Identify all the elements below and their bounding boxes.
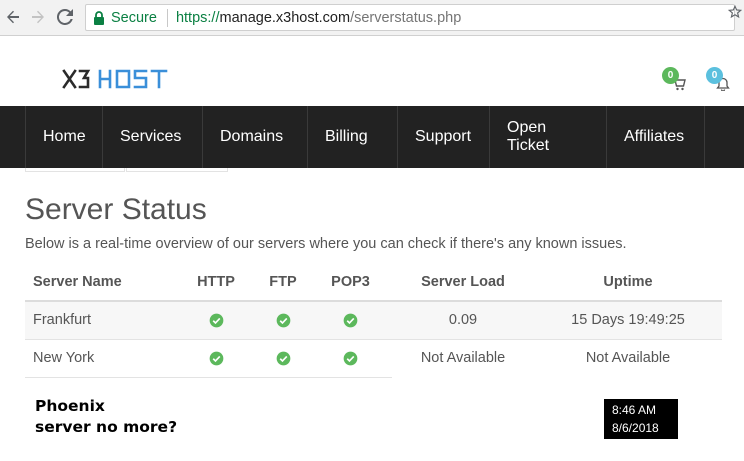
column-header-ftp: FTP xyxy=(257,264,309,302)
server-name: Frankfurt xyxy=(25,301,175,340)
check-circle-icon xyxy=(276,351,290,366)
nav-item-affiliates[interactable]: Affiliates xyxy=(607,106,705,168)
ftp-status xyxy=(257,301,309,340)
pop3-status xyxy=(309,339,392,378)
server-load: 0.09 xyxy=(392,301,534,340)
url-host: manage.x3host.com xyxy=(219,9,351,26)
server-uptime: 15 Days 19:49:25 xyxy=(534,301,722,340)
table-header-row: Server Name HTTP FTP POP3 Server Load Up… xyxy=(25,264,722,302)
url-divider xyxy=(166,8,168,27)
forward-arrow-icon[interactable] xyxy=(27,6,49,28)
check-circle-icon xyxy=(209,351,223,366)
annotation-line: server no more? xyxy=(35,418,178,436)
table-row: Frankfurt 0.09 15 Days 19:49:25 xyxy=(25,301,722,340)
address-bar[interactable]: Secure https://manage.x3host.com/servers… xyxy=(85,4,735,31)
url-path: /serverstatus.php xyxy=(350,9,462,26)
secure-label: Secure xyxy=(111,9,157,26)
url-scheme: https:// xyxy=(175,9,220,26)
nav-item-domains[interactable]: Domains xyxy=(203,106,308,168)
column-header-server-load: Server Load xyxy=(392,264,534,302)
cart-button[interactable]: 0 xyxy=(662,67,692,97)
star-icon[interactable] xyxy=(728,5,742,19)
nav-item-support[interactable]: Support xyxy=(398,106,490,168)
reload-icon[interactable] xyxy=(54,6,76,28)
server-uptime: Not Available xyxy=(585,350,671,367)
sub-tab xyxy=(25,168,125,172)
main-nav: Home Services Domains Billing Support Op… xyxy=(0,106,744,168)
clock-time: 8:46 AM xyxy=(612,403,657,417)
column-header-server-name: Server Name xyxy=(25,264,175,302)
http-status xyxy=(175,301,257,340)
nav-item-open-ticket[interactable]: Open Ticket xyxy=(490,106,607,168)
nav-item-services[interactable]: Services xyxy=(103,106,203,168)
column-header-http: HTTP xyxy=(175,264,257,302)
x3host-logo[interactable] xyxy=(62,67,180,91)
page-description: Below is a real-time overview of our ser… xyxy=(25,236,627,252)
table-row: New York Not Available Not Available xyxy=(25,339,722,378)
pop3-status xyxy=(309,301,392,340)
cart-count-badge: 0 xyxy=(662,67,679,84)
check-circle-icon xyxy=(343,351,358,366)
site-header: 0 0 xyxy=(0,37,744,106)
nav-item-home[interactable]: Home xyxy=(25,106,103,168)
annotation-line: Phoenix xyxy=(35,397,105,415)
clock-date: 8/6/2018 xyxy=(612,421,659,435)
server-name: New York xyxy=(25,339,175,378)
ftp-status xyxy=(257,339,309,378)
back-arrow-icon[interactable] xyxy=(2,6,24,28)
browser-toolbar: Secure https://manage.x3host.com/servers… xyxy=(0,0,744,36)
taskbar-clock[interactable]: 8:46 AM 8/6/2018 xyxy=(604,399,678,439)
nav-item-billing[interactable]: Billing xyxy=(308,106,398,168)
page-title: Server Status xyxy=(25,193,207,226)
check-circle-icon xyxy=(276,313,290,328)
column-header-uptime: Uptime xyxy=(534,264,722,302)
http-status xyxy=(175,339,257,378)
notifications-count-badge: 0 xyxy=(706,67,723,84)
server-status-table: Server Name HTTP FTP POP3 Server Load Up… xyxy=(25,264,722,378)
check-circle-icon xyxy=(209,313,223,328)
sub-tab xyxy=(126,168,228,172)
lock-icon xyxy=(94,10,104,25)
server-load: Not Available xyxy=(420,350,506,367)
annotation-note: Phoenix server no more? xyxy=(35,396,177,438)
check-circle-icon xyxy=(343,313,358,328)
column-header-pop3: POP3 xyxy=(309,264,392,302)
notifications-button[interactable]: 0 xyxy=(706,67,736,97)
